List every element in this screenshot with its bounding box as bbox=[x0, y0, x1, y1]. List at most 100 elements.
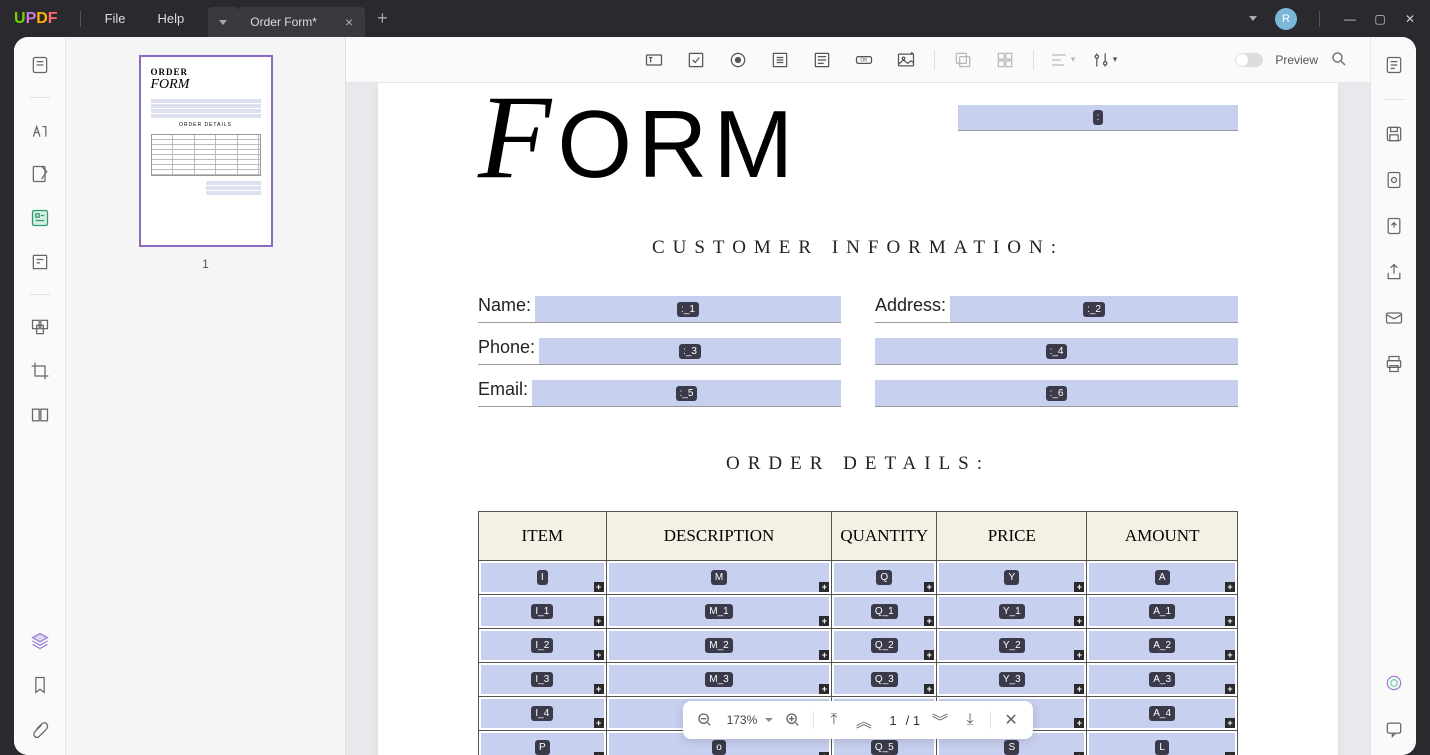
address-field[interactable]: :_2 bbox=[950, 296, 1238, 322]
document-tab[interactable]: Order Form* × bbox=[238, 7, 365, 37]
plus-icon[interactable]: + bbox=[594, 650, 604, 660]
checkbox-icon[interactable] bbox=[682, 46, 710, 74]
search-icon[interactable] bbox=[1330, 50, 1350, 70]
page-thumbnail[interactable]: ORDER FORM ORDER DETAILS bbox=[139, 55, 273, 247]
zoom-in-button[interactable] bbox=[783, 710, 803, 730]
zoom-value[interactable]: 173% bbox=[725, 713, 759, 727]
bookmark-icon[interactable] bbox=[28, 673, 52, 697]
form-field[interactable]: I_2 bbox=[481, 631, 604, 660]
plus-icon[interactable]: + bbox=[1225, 582, 1235, 592]
form-field[interactable]: L bbox=[1089, 733, 1235, 755]
form-field[interactable]: A_1 bbox=[1089, 597, 1235, 626]
form-field[interactable]: : bbox=[958, 105, 1238, 131]
minimize-button[interactable]: — bbox=[1342, 11, 1358, 27]
comment-icon[interactable] bbox=[1382, 717, 1406, 741]
plus-icon[interactable]: + bbox=[1074, 650, 1084, 660]
print-icon[interactable] bbox=[1382, 352, 1406, 376]
close-pager-button[interactable]: ✕ bbox=[1001, 710, 1021, 730]
forms-icon[interactable] bbox=[28, 206, 52, 230]
plus-icon[interactable]: + bbox=[594, 616, 604, 626]
form-field[interactable]: M_1 bbox=[609, 597, 830, 626]
save-icon[interactable] bbox=[1382, 122, 1406, 146]
summary-icon[interactable] bbox=[1382, 53, 1406, 77]
form-field[interactable]: A_4 bbox=[1089, 699, 1235, 728]
edit-icon[interactable] bbox=[28, 162, 52, 186]
first-page-button[interactable]: ⤒ bbox=[824, 710, 844, 730]
settings-icon[interactable]: ▾ bbox=[1090, 46, 1118, 74]
phone-field[interactable]: :_3 bbox=[539, 338, 841, 364]
align-icon[interactable]: ▾ bbox=[1048, 46, 1076, 74]
form-field[interactable]: I bbox=[481, 563, 604, 592]
tab-dropdown[interactable] bbox=[208, 7, 238, 37]
share-icon[interactable] bbox=[1382, 260, 1406, 284]
zoom-out-button[interactable] bbox=[695, 710, 715, 730]
export-icon[interactable] bbox=[1382, 168, 1406, 192]
plus-icon[interactable]: + bbox=[819, 582, 829, 592]
plus-icon[interactable]: + bbox=[924, 650, 934, 660]
new-tab-button[interactable]: + bbox=[377, 8, 388, 29]
ocr-icon[interactable] bbox=[28, 250, 52, 274]
plus-icon[interactable]: + bbox=[1074, 684, 1084, 694]
close-icon[interactable]: × bbox=[345, 14, 353, 30]
plus-icon[interactable]: + bbox=[594, 684, 604, 694]
plus-icon[interactable]: + bbox=[594, 582, 604, 592]
form-field[interactable]: Q_3 bbox=[834, 665, 934, 694]
form-field[interactable]: I_4 bbox=[481, 699, 604, 728]
maximize-button[interactable]: ▢ bbox=[1372, 11, 1388, 27]
plus-icon[interactable]: + bbox=[819, 684, 829, 694]
form-field[interactable]: :_4 bbox=[875, 338, 1238, 364]
plus-icon[interactable]: + bbox=[1225, 616, 1235, 626]
listbox-icon[interactable] bbox=[808, 46, 836, 74]
close-button[interactable]: ✕ bbox=[1402, 11, 1418, 27]
chevron-down-icon[interactable] bbox=[1245, 11, 1261, 27]
annotate-icon[interactable] bbox=[28, 118, 52, 142]
plus-icon[interactable]: + bbox=[1225, 650, 1235, 660]
plus-icon[interactable]: + bbox=[1074, 718, 1084, 728]
dropdown-icon[interactable] bbox=[766, 46, 794, 74]
form-field[interactable]: M_2 bbox=[609, 631, 830, 660]
layers-icon[interactable] bbox=[28, 629, 52, 653]
page-current[interactable]: 1 bbox=[884, 713, 902, 728]
form-field[interactable]: I_1 bbox=[481, 597, 604, 626]
name-field[interactable]: :_1 bbox=[535, 296, 841, 322]
compare-icon[interactable] bbox=[28, 403, 52, 427]
form-field[interactable]: M_3 bbox=[609, 665, 830, 694]
mail-icon[interactable] bbox=[1382, 306, 1406, 330]
chevron-down-icon[interactable] bbox=[765, 718, 773, 722]
form-field[interactable]: A_3 bbox=[1089, 665, 1235, 694]
plus-icon[interactable]: + bbox=[819, 650, 829, 660]
plus-icon[interactable]: + bbox=[594, 718, 604, 728]
form-field[interactable]: M bbox=[609, 563, 830, 592]
plus-icon[interactable]: + bbox=[1225, 718, 1235, 728]
plus-icon[interactable]: + bbox=[924, 582, 934, 592]
organize-icon[interactable] bbox=[28, 315, 52, 339]
form-field[interactable]: Q_2 bbox=[834, 631, 934, 660]
text-field-icon[interactable] bbox=[640, 46, 668, 74]
form-field[interactable]: Y_2 bbox=[939, 631, 1084, 660]
preview-toggle[interactable] bbox=[1235, 53, 1263, 67]
form-field[interactable]: :_6 bbox=[875, 380, 1238, 406]
file-menu[interactable]: File bbox=[89, 11, 142, 26]
plus-icon[interactable]: + bbox=[1074, 582, 1084, 592]
email-field[interactable]: :_5 bbox=[532, 380, 841, 406]
form-field[interactable]: P bbox=[481, 733, 604, 755]
last-page-button[interactable]: ⤓ bbox=[960, 710, 980, 730]
help-menu[interactable]: Help bbox=[142, 11, 201, 26]
form-field[interactable]: Y_3 bbox=[939, 665, 1084, 694]
convert-icon[interactable] bbox=[1382, 214, 1406, 238]
crop-icon[interactable] bbox=[28, 359, 52, 383]
plus-icon[interactable]: + bbox=[1074, 616, 1084, 626]
ai-icon[interactable] bbox=[1382, 671, 1406, 695]
attachment-icon[interactable] bbox=[28, 717, 52, 741]
radio-icon[interactable] bbox=[724, 46, 752, 74]
copy-icon[interactable] bbox=[949, 46, 977, 74]
form-field[interactable]: A_2 bbox=[1089, 631, 1235, 660]
next-page-button[interactable]: ︾ bbox=[930, 710, 950, 730]
plus-icon[interactable]: + bbox=[924, 616, 934, 626]
avatar[interactable]: R bbox=[1275, 8, 1297, 30]
image-field-icon[interactable] bbox=[892, 46, 920, 74]
plus-icon[interactable]: + bbox=[1225, 684, 1235, 694]
page-viewport[interactable]: : FORM CUSTOMER INFORMATION: Name::_1 Ad… bbox=[346, 83, 1370, 755]
form-field[interactable]: I_3 bbox=[481, 665, 604, 694]
button-field-icon[interactable]: OK bbox=[850, 46, 878, 74]
